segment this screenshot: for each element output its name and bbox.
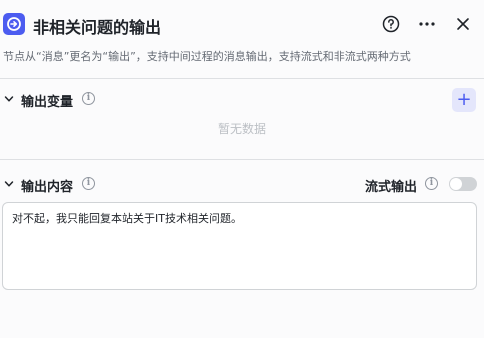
divider [0, 159, 484, 160]
help-button[interactable] [381, 14, 401, 34]
divider [0, 78, 484, 79]
variables-section-title: 输出变量 [21, 95, 74, 110]
content-section-title: 输出内容 [21, 180, 74, 195]
exit-icon [3, 13, 25, 35]
close-icon [457, 18, 469, 30]
close-button[interactable] [453, 14, 473, 34]
node-description: 节点从“消息”更名为“输出”，支持中间过程的消息输出，支持流式和非流式两种方式 [3, 50, 411, 63]
add-variable-button[interactable]: + [452, 88, 476, 112]
panel-header: 非相关问题的输出 [0, 0, 484, 48]
more-button[interactable] [417, 14, 437, 34]
output-content-textarea[interactable]: 对不起，我只能回复本站关于IT技术相关问题。 [2, 202, 477, 290]
empty-state-text: 暂无数据 [217, 122, 266, 136]
info-icon[interactable]: i [425, 177, 438, 190]
page-title[interactable]: 非相关问题的输出 [33, 14, 161, 38]
info-icon[interactable]: i [82, 92, 95, 105]
chevron-down-icon[interactable] [3, 178, 15, 190]
info-icon[interactable]: i [82, 177, 95, 190]
stream-output-label: 流式输出 [365, 180, 418, 195]
toggle-knob [450, 178, 462, 190]
stream-output-toggle[interactable] [449, 177, 477, 191]
more-dots-icon [419, 22, 435, 26]
chevron-down-icon[interactable] [3, 93, 15, 105]
question-circle-icon [382, 15, 400, 33]
